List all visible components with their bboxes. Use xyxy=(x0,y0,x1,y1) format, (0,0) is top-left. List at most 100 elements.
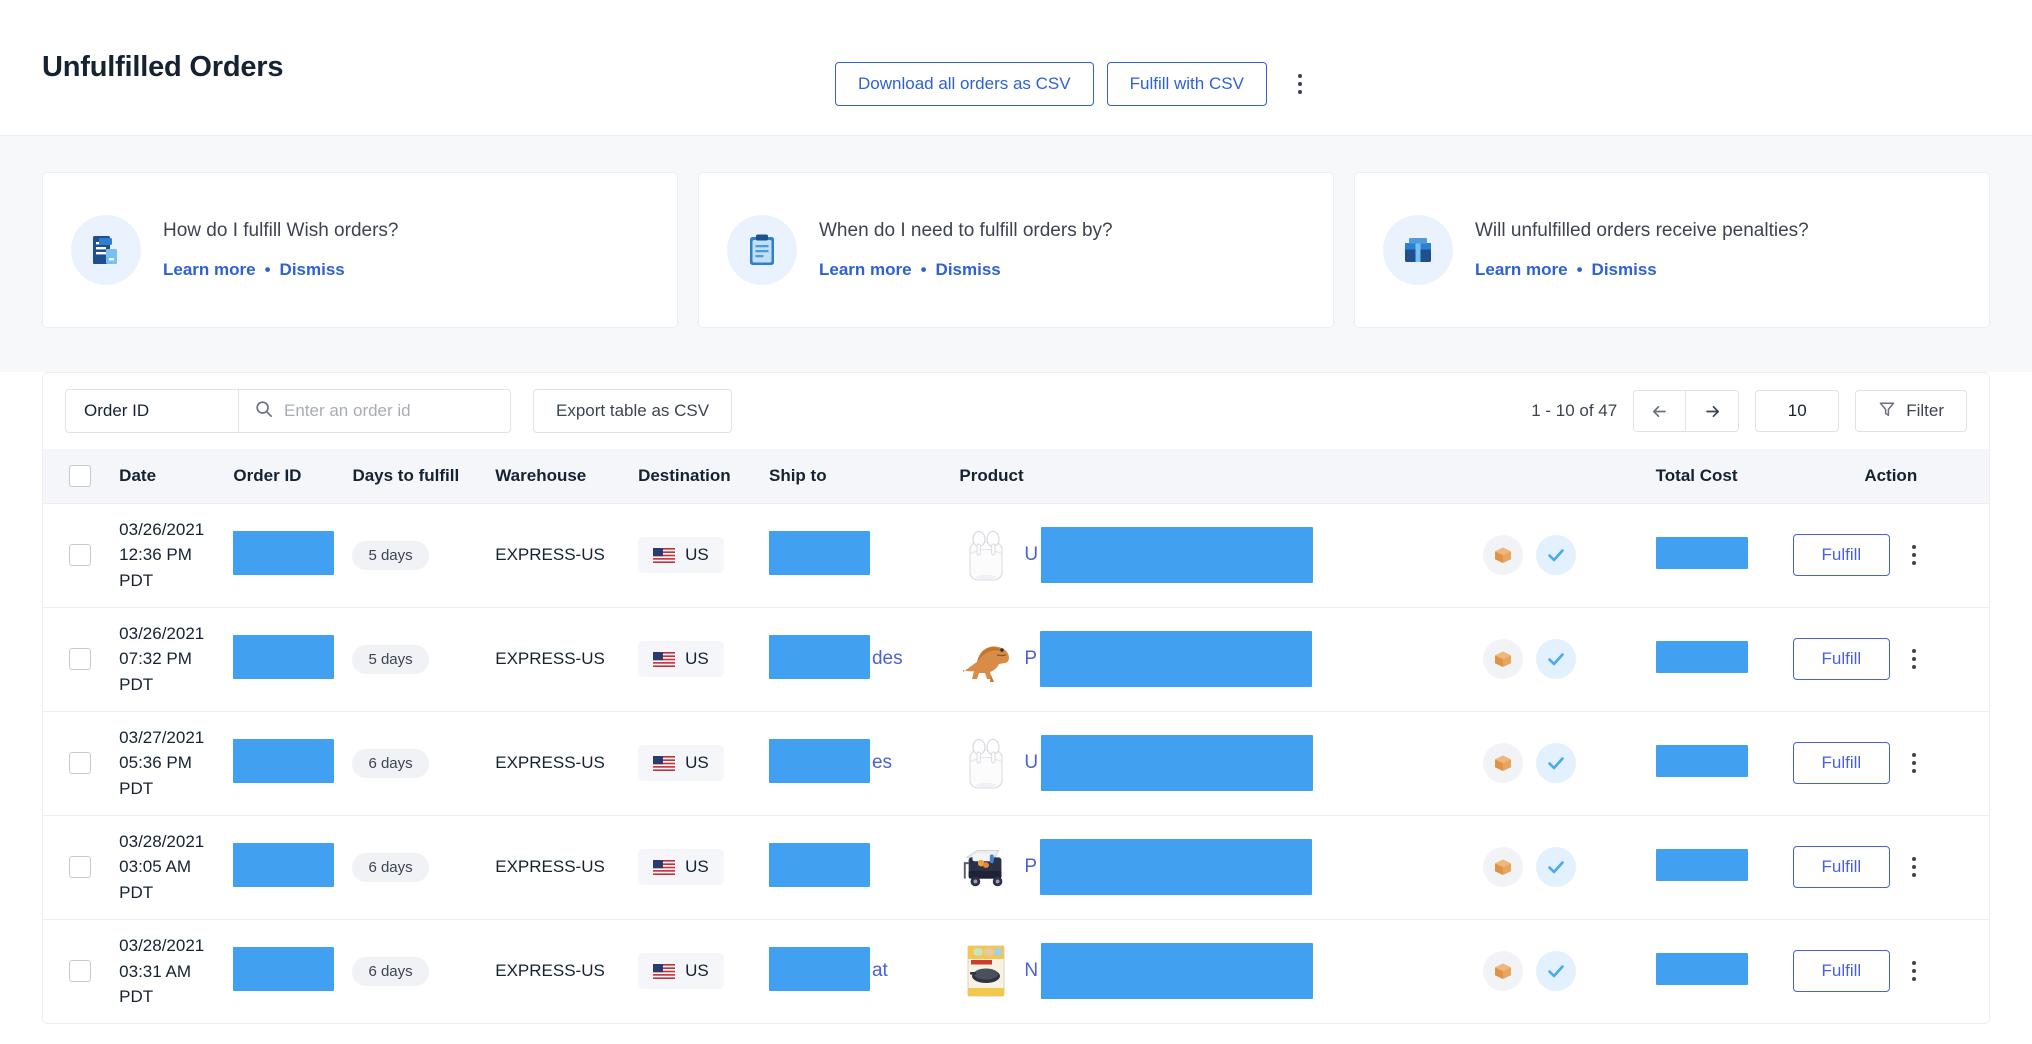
select-all-checkbox[interactable] xyxy=(69,465,91,487)
row-checkbox[interactable] xyxy=(69,544,91,566)
cell-destination: US xyxy=(638,815,769,919)
product-name-redacted xyxy=(1041,735,1313,791)
learn-more-link[interactable]: Learn more xyxy=(163,260,256,280)
table-row[interactable]: 03/26/2021 12:36 PM PDT 5 days EXPRESS-U… xyxy=(43,503,1989,607)
package-badge-icon[interactable] xyxy=(1483,847,1523,887)
cell-date: 03/27/2021 05:36 PM PDT xyxy=(119,711,233,815)
package-box-icon xyxy=(1383,215,1453,285)
info-card-body: When do I need to fulfill orders by? Lea… xyxy=(819,220,1113,281)
kebab-dot xyxy=(1298,82,1302,86)
check-badge-icon[interactable] xyxy=(1536,743,1576,783)
learn-more-link[interactable]: Learn more xyxy=(819,260,912,280)
cell-destination: US xyxy=(638,711,769,815)
row-select-cell xyxy=(43,607,119,711)
cell-date: 03/28/2021 03:05 AM PDT xyxy=(119,815,233,919)
ship-to-visible-tail: es xyxy=(872,752,892,774)
package-badge-icon[interactable] xyxy=(1483,639,1523,679)
ship-to-redacted xyxy=(769,843,870,887)
info-banner-strip: How do I fulfill Wish orders? Learn more… xyxy=(0,136,2032,372)
table-row[interactable]: 03/26/2021 07:32 PM PDT 5 days EXPRESS-U… xyxy=(43,607,1989,711)
table-row[interactable]: 03/27/2021 05:36 PM PDT 6 days EXPRESS-U… xyxy=(43,711,1989,815)
search-input[interactable] xyxy=(284,401,510,421)
order-date: 03/28/2021 xyxy=(119,933,233,959)
check-badge-icon[interactable] xyxy=(1536,951,1576,991)
days-to-fulfill-pill: 6 days xyxy=(352,853,428,882)
info-card-body: Will unfulfilled orders receive penaltie… xyxy=(1475,220,1809,281)
dismiss-link[interactable]: Dismiss xyxy=(280,260,345,280)
table-row[interactable]: 03/28/2021 03:05 AM PDT 6 days EXPRESS-U… xyxy=(43,815,1989,919)
cell-action: Fulfill xyxy=(1793,711,1989,815)
check-badge-icon[interactable] xyxy=(1536,847,1576,887)
row-kebab-menu-icon[interactable] xyxy=(1902,642,1926,676)
row-kebab-menu-icon[interactable] xyxy=(1902,538,1926,572)
cell-product: P xyxy=(959,607,1483,711)
fulfill-with-csv-button[interactable]: Fulfill with CSV xyxy=(1107,62,1267,106)
fulfill-button[interactable]: Fulfill xyxy=(1793,950,1891,992)
export-table-csv-button[interactable]: Export table as CSV xyxy=(533,389,732,433)
kebab-dot xyxy=(1912,545,1916,549)
column-header-destination: Destination xyxy=(638,449,769,503)
row-select-cell xyxy=(43,503,119,607)
check-badge-icon[interactable] xyxy=(1536,535,1576,575)
package-badge-icon[interactable] xyxy=(1483,743,1523,783)
fulfill-button[interactable]: Fulfill xyxy=(1793,846,1891,888)
page-title: Unfulfilled Orders xyxy=(42,51,283,84)
orders-table-card: Order ID Export table as CSV 1 - 10 of 4… xyxy=(42,372,1990,1024)
order-timezone: PDT xyxy=(119,880,233,906)
package-badge-icon[interactable] xyxy=(1483,535,1523,575)
arrow-right-icon[interactable] xyxy=(1686,391,1738,431)
row-kebab-menu-icon[interactable] xyxy=(1902,746,1926,780)
column-header-date: Date xyxy=(119,449,233,503)
order-timezone: PDT xyxy=(119,672,233,698)
table-row[interactable]: 03/28/2021 03:31 AM PDT 6 days EXPRESS-U… xyxy=(43,919,1989,1023)
learn-more-link[interactable]: Learn more xyxy=(1475,260,1568,280)
order-date: 03/28/2021 xyxy=(119,829,233,855)
row-checkbox[interactable] xyxy=(69,752,91,774)
row-checkbox[interactable] xyxy=(69,960,91,982)
cell-total-cost xyxy=(1656,607,1793,711)
column-header-days-to-fulfill: Days to fulfill xyxy=(352,449,495,503)
funnel-icon xyxy=(1878,400,1896,423)
row-checkbox[interactable] xyxy=(69,648,91,670)
dismiss-link[interactable]: Dismiss xyxy=(1592,260,1657,280)
ship-to-redacted xyxy=(769,739,870,783)
destination-label: US xyxy=(685,753,709,773)
column-header-ship-to: Ship to xyxy=(769,449,959,503)
us-flag-icon xyxy=(653,756,675,771)
check-badge-icon[interactable] xyxy=(1536,639,1576,679)
fulfill-button[interactable]: Fulfill xyxy=(1793,638,1891,680)
column-header-total-cost: Total Cost xyxy=(1656,449,1793,503)
filter-button[interactable]: Filter xyxy=(1855,390,1967,432)
warehouse-label: EXPRESS-US xyxy=(495,649,605,668)
search-field-selector[interactable]: Order ID xyxy=(66,390,239,432)
product-name-visible-lead: P xyxy=(1024,648,1037,670)
kebab-menu-icon[interactable] xyxy=(1286,67,1314,101)
package-badge-icon[interactable] xyxy=(1483,951,1523,991)
cell-warehouse: EXPRESS-US xyxy=(495,503,638,607)
product-name-visible-lead: P xyxy=(1024,856,1037,878)
cell-destination: US xyxy=(638,607,769,711)
header-actions: Download all orders as CSV Fulfill with … xyxy=(835,62,1314,106)
download-all-orders-csv-button[interactable]: Download all orders as CSV xyxy=(835,62,1094,106)
pagination-range-label: 1 - 10 of 47 xyxy=(1531,401,1617,421)
dismiss-link[interactable]: Dismiss xyxy=(936,260,1001,280)
order-id-redacted xyxy=(233,843,334,887)
destination-pill: US xyxy=(638,745,724,781)
cell-total-cost xyxy=(1656,503,1793,607)
product-name-redacted xyxy=(1040,839,1312,895)
order-time: 07:32 PM xyxy=(119,646,233,672)
total-cost-redacted xyxy=(1656,745,1748,777)
row-kebab-menu-icon[interactable] xyxy=(1902,850,1926,884)
destination-label: US xyxy=(685,649,709,669)
row-checkbox[interactable] xyxy=(69,856,91,878)
clipboard-icon xyxy=(727,215,797,285)
cell-product: U xyxy=(959,711,1483,815)
fulfill-button[interactable]: Fulfill xyxy=(1793,742,1891,784)
fulfill-button[interactable]: Fulfill xyxy=(1793,534,1891,576)
cell-product: U xyxy=(959,503,1483,607)
arrow-left-icon[interactable] xyxy=(1634,391,1686,431)
cell-badges xyxy=(1483,815,1656,919)
row-kebab-menu-icon[interactable] xyxy=(1902,954,1926,988)
page-size-select[interactable]: 10 xyxy=(1755,390,1839,432)
order-id-redacted xyxy=(233,947,334,991)
